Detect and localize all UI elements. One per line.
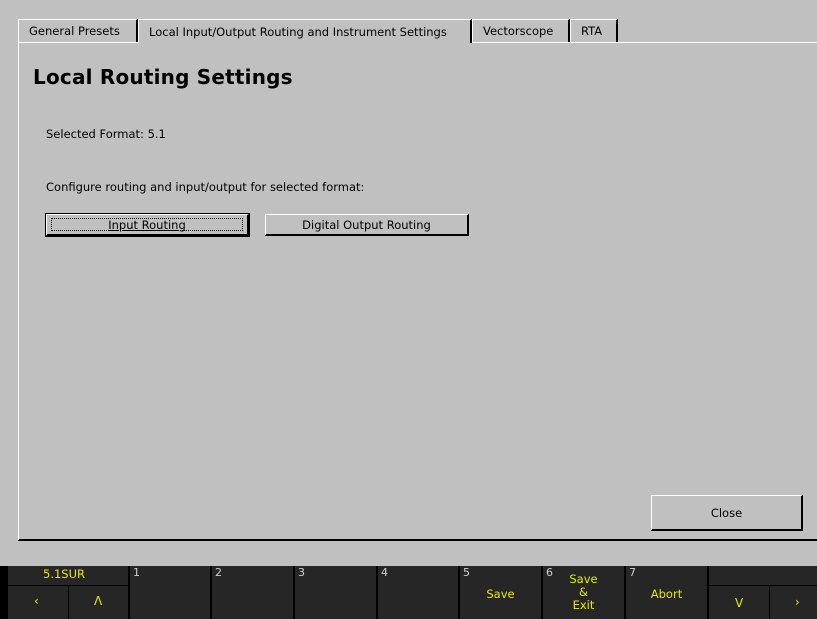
function-key-5-save[interactable]: 5 Save <box>460 566 541 619</box>
down-arrow-button[interactable]: V <box>735 596 743 610</box>
close-button[interactable]: Close <box>651 495 803 531</box>
left-arrow-button[interactable]: ‹ <box>34 594 39 608</box>
tab-rta[interactable]: RTA <box>570 19 618 42</box>
function-key-6-save-exit[interactable]: 6 Save & Exit <box>543 566 624 619</box>
save-label: Save <box>486 587 515 601</box>
function-key-2[interactable]: 2 <box>212 566 293 619</box>
save-exit-label-line2: & <box>579 585 588 599</box>
function-key-bar: 5.1SUR ‹ Λ 1 2 3 4 5 Save 6 Save & Exit … <box>0 566 817 619</box>
save-exit-label-line3: Exit <box>572 598 595 612</box>
tab-vectorscope[interactable]: Vectorscope <box>472 19 570 42</box>
close-label: Close <box>710 505 743 520</box>
function-key-3[interactable]: 3 <box>295 566 376 619</box>
mode-key: 5.1SUR ‹ Λ <box>8 566 128 619</box>
nav-key: V › <box>709 566 817 619</box>
key-number: 7 <box>629 566 636 579</box>
save-exit-label-line1: Save <box>569 572 598 586</box>
key-number: 4 <box>381 566 388 579</box>
page-title: Local Routing Settings <box>33 65 293 89</box>
abort-label: Abort <box>650 587 683 601</box>
mode-divider <box>68 586 69 619</box>
function-key-7-abort[interactable]: 7 Abort <box>626 566 707 619</box>
nav-separator <box>709 585 817 586</box>
tab-general-presets[interactable]: General Presets <box>18 19 138 42</box>
function-key-4[interactable]: 4 <box>378 566 458 619</box>
top-strip <box>0 0 817 8</box>
tab-local-routing[interactable]: Local Input/Output Routing and Instrumen… <box>138 19 472 43</box>
key-number: 1 <box>133 566 140 579</box>
nav-divider <box>769 586 770 619</box>
configure-instructions: Configure routing and input/output for s… <box>46 180 365 194</box>
settings-panel: Local Routing Settings Selected Format: … <box>18 42 817 541</box>
tab-bar: General Presets Local Input/Output Routi… <box>18 19 618 43</box>
digital-output-routing-label: Digital Output Routing <box>302 217 431 232</box>
function-key-1[interactable]: 1 <box>130 566 210 619</box>
key-number: 5 <box>463 566 470 579</box>
right-arrow-button[interactable]: › <box>795 595 800 609</box>
mode-label: 5.1SUR <box>43 567 85 581</box>
input-routing-label: Input Routing <box>108 217 186 232</box>
digital-output-routing-button[interactable]: Digital Output Routing <box>265 214 469 236</box>
selected-format-text: Selected Format: 5.1 <box>46 127 166 141</box>
key-number: 2 <box>215 566 222 579</box>
key-number: 3 <box>298 566 305 579</box>
input-routing-button[interactable]: Input Routing <box>45 213 250 237</box>
up-arrow-button[interactable]: Λ <box>94 594 102 608</box>
